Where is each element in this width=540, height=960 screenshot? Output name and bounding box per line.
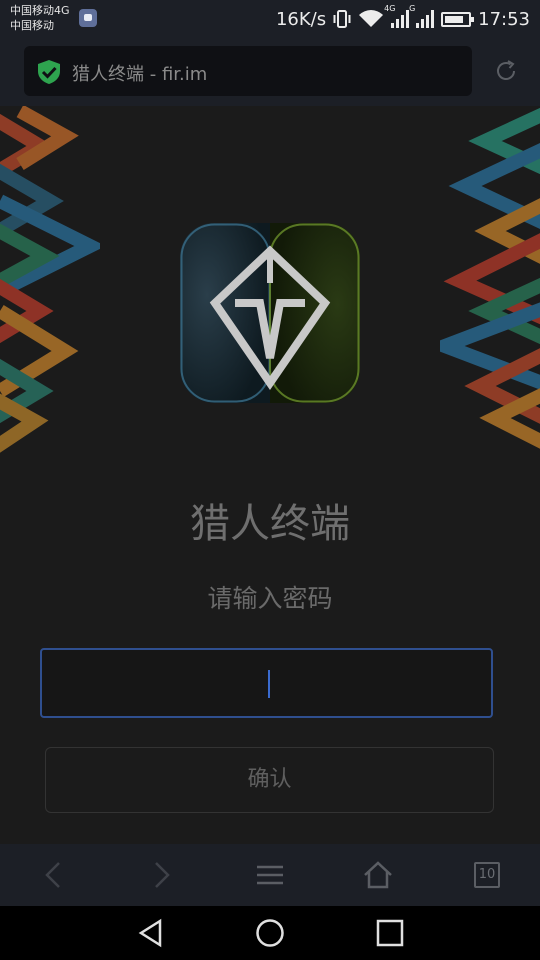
system-navigation-bar	[0, 906, 540, 960]
status-bar: 中国移动4G 中国移动 16K/s 4G G 17:53	[0, 0, 540, 38]
vibrate-icon	[333, 10, 351, 28]
decorative-pattern-right	[440, 107, 540, 449]
password-prompt: 请输入密码	[207, 584, 333, 613]
confirm-button[interactable]: 确认	[45, 747, 494, 813]
url-text: 猎人终端 - fir.im	[72, 64, 208, 85]
screen: 中国移动4G 中国移动 16K/s 4G G 17:53 猎人终端 - fir.…	[0, 0, 540, 960]
app-title: 猎人终端	[190, 501, 350, 547]
nav-back-icon[interactable]	[136, 918, 166, 948]
decorative-pattern-left	[0, 106, 100, 453]
browser-toolbar: 10	[0, 844, 540, 906]
nav-home-icon[interactable]	[255, 918, 285, 948]
forward-arrow-icon[interactable]	[143, 859, 179, 891]
page-content: 猎人终端 请输入密码 确认	[0, 106, 540, 844]
wifi-icon	[359, 10, 384, 27]
signal-4g-icon: 4G	[384, 4, 410, 28]
url-field[interactable]: 猎人终端 - fir.im	[24, 46, 472, 96]
tabs-count-button[interactable]: 10	[474, 862, 500, 888]
home-icon[interactable]	[360, 859, 396, 891]
password-field[interactable]	[40, 648, 493, 718]
carrier-line-1: 中国移动4G	[10, 4, 70, 17]
menu-icon[interactable]	[252, 859, 288, 891]
nav-recents-icon[interactable]	[375, 918, 405, 948]
clock: 17:53	[478, 8, 530, 30]
shield-check-icon	[38, 60, 60, 84]
app-logo-icon	[180, 223, 360, 403]
back-arrow-icon[interactable]	[36, 859, 72, 891]
carrier-info: 中国移动4G 中国移动	[10, 3, 70, 33]
status-indicators: 16K/s 4G G 17:53	[275, 4, 530, 32]
carrier-line-2: 中国移动	[10, 19, 54, 32]
notification-app-icon	[79, 9, 97, 27]
reload-icon[interactable]	[494, 59, 518, 83]
signal-g-icon: G	[409, 4, 435, 28]
text-cursor	[268, 670, 270, 698]
network-speed: 16K/s	[275, 8, 327, 30]
battery-charging-icon	[441, 11, 475, 27]
browser-address-bar: 猎人终端 - fir.im	[0, 38, 540, 106]
battery-level	[445, 15, 464, 23]
